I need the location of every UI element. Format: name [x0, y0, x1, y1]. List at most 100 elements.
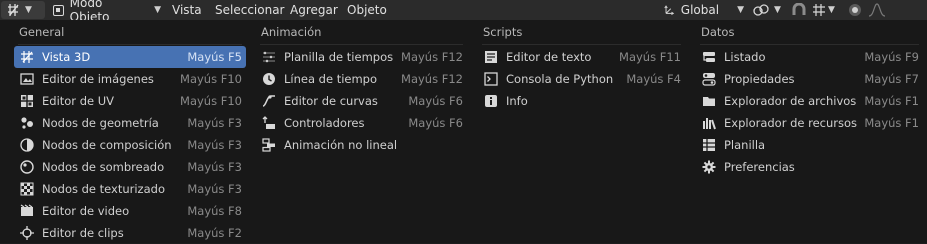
menu-item-label: Vista 3D: [42, 50, 91, 64]
info-icon: [484, 94, 498, 108]
object-mode-icon: [53, 4, 64, 16]
transform-pivot-dropdown[interactable]: ▼: [752, 1, 786, 19]
divider: [18, 44, 242, 45]
menu-item-label: Info: [506, 94, 528, 108]
chevron-down-icon: ▼: [737, 5, 744, 15]
falloff-icon: [868, 3, 886, 17]
menu-item-nodos-de-geometria[interactable]: Nodos de geometría Mayús F3: [14, 112, 246, 134]
menu-item-label: Animación no lineal: [284, 138, 398, 152]
spreadsheet-icon: [702, 138, 716, 152]
compositor-nodes-icon: [20, 138, 34, 152]
shortcut-label: Mayús F6: [408, 94, 463, 108]
shortcut-label: Mayús F10: [180, 72, 242, 86]
geometry-nodes-icon: [20, 116, 34, 130]
menu-item-label: Explorador de archivos: [724, 94, 857, 108]
menu-item-editor-de-uv[interactable]: Editor de UV Mayús F10: [14, 90, 246, 112]
editor-type-button[interactable]: ▼: [1, 1, 45, 19]
shortcut-label: Mayús F3: [187, 138, 242, 152]
snap-toggle[interactable]: [788, 1, 810, 19]
chevron-down-icon: ▼: [25, 5, 32, 15]
column-title: Scripts: [483, 25, 523, 39]
menu-item-label: Nodos de texturizado: [42, 182, 165, 196]
column-title: Datos: [701, 25, 735, 39]
menu-column-scripts: Scripts Editor de texto Mayús F11 Consol…: [476, 20, 687, 112]
menu-column-animacion: Animación Planilla de tiempos Mayús F12 …: [254, 20, 469, 156]
chevron-down-icon: ▼: [774, 5, 781, 15]
menu-item-editor-de-imagenes[interactable]: Editor de imágenes Mayús F10: [14, 68, 246, 90]
menu-item-planilla-de-tiempos[interactable]: Planilla de tiempos Mayús F12: [256, 46, 467, 68]
shader-nodes-icon: [20, 160, 34, 174]
menu-item-label: Editor de UV: [42, 94, 115, 108]
menu-item-nodos-de-texturizado[interactable]: Nodos de texturizado Mayús F3: [14, 178, 246, 200]
header-bar: ▼ Modo Objeto ▼ Vista Seleccionar Agrega…: [0, 0, 927, 24]
menu-column-general: General Vista 3D Mayús F5 Editor de imág…: [12, 20, 248, 244]
snap-target-dropdown[interactable]: ▼: [812, 1, 836, 19]
menu-item-vista-3d[interactable]: Vista 3D Mayús F5: [14, 46, 246, 68]
menu-item-editor-de-texto[interactable]: Editor de texto Mayús F11: [478, 46, 685, 68]
menu-item-controladores[interactable]: Controladores Mayús F6: [256, 112, 467, 134]
dopesheet-icon: [262, 50, 276, 64]
menu-seleccionar[interactable]: Seleccionar: [215, 1, 284, 19]
menu-item-listado[interactable]: Listado Mayús F9: [696, 46, 923, 68]
menu-item-label: Planilla de tiempos: [284, 50, 394, 64]
shortcut-label: Mayús F1: [864, 94, 919, 108]
drivers-icon: [262, 116, 276, 130]
shortcut-label: Mayús F12: [401, 50, 463, 64]
snap-increment-icon: [813, 4, 825, 16]
menu-item-editor-de-curvas[interactable]: Editor de curvas Mayús F6: [256, 90, 467, 112]
menu-item-editor-de-clips[interactable]: Editor de clips Mayús F2: [14, 222, 246, 244]
proportional-editing-toggle[interactable]: [846, 1, 864, 19]
menu-column-datos: Datos Listado Mayús F9 Propiedades Mayús…: [694, 20, 925, 178]
menu-item-label: Explorador de recursos: [724, 116, 858, 130]
menu-item-label: Editor de video: [42, 204, 130, 218]
menu-item-label: Planilla: [724, 138, 766, 152]
shortcut-label: Mayús F11: [619, 50, 681, 64]
menu-item-label: Nodos de composición: [42, 138, 172, 152]
menu-item-nodos-de-sombreado[interactable]: Nodos de sombreado Mayús F3: [14, 156, 246, 178]
orientation-icon: [664, 5, 675, 16]
nla-icon: [262, 138, 276, 152]
menu-item-animacion-no-lineal[interactable]: Animación no lineal: [256, 134, 467, 156]
column-title: Animación: [261, 25, 322, 39]
uv-editor-icon: [20, 94, 34, 108]
view3d-icon: [20, 50, 34, 64]
menu-item-nodos-de-composicion[interactable]: Nodos de composición Mayús F3: [14, 134, 246, 156]
menu-item-label: Consola de Python: [506, 72, 614, 86]
menu-item-explorador-de-archivos[interactable]: Explorador de archivos Mayús F1: [696, 90, 923, 112]
column-title: General: [19, 25, 65, 39]
divider: [700, 44, 919, 45]
shortcut-label: Mayús F5: [187, 50, 242, 64]
menu-objeto[interactable]: Objeto: [347, 1, 387, 19]
shortcut-label: Mayús F3: [187, 116, 242, 130]
menu-item-linea-de-tiempo[interactable]: Línea de tiempo Mayús F12: [256, 68, 467, 90]
menu-item-label: Listado: [724, 50, 766, 64]
proportional-editing-icon: [849, 4, 861, 16]
chevron-down-icon: ▼: [828, 5, 835, 15]
menu-item-label: Editor de curvas: [284, 94, 378, 108]
timeline-icon: [262, 72, 276, 86]
menu-item-preferencias[interactable]: Preferencias: [696, 156, 923, 178]
menu-item-explorador-de-recursos[interactable]: Explorador de recursos Mayús F1: [696, 112, 923, 134]
menu-item-planilla[interactable]: Planilla: [696, 134, 923, 156]
transform-orientation-dropdown[interactable]: Global ▼: [660, 1, 744, 19]
menu-vista[interactable]: Vista: [172, 1, 202, 19]
falloff-dropdown[interactable]: [868, 1, 898, 19]
folder-icon: [702, 94, 716, 108]
divider: [482, 44, 681, 45]
shortcut-label: Mayús F12: [401, 72, 463, 86]
menu-item-consola-de-python[interactable]: Consola de Python Mayús F4: [478, 68, 685, 90]
menu-item-propiedades[interactable]: Propiedades Mayús F7: [696, 68, 923, 90]
menu-agregar[interactable]: Agregar: [290, 1, 338, 19]
asset-browser-icon: [702, 116, 716, 130]
mode-dropdown[interactable]: Modo Objeto ▼: [49, 0, 161, 24]
texture-nodes-icon: [20, 182, 34, 196]
console-icon: [484, 72, 498, 86]
shortcut-label: Mayús F1: [864, 116, 919, 130]
shortcut-label: Mayús F2: [187, 226, 242, 240]
menu-item-info[interactable]: Info: [478, 90, 685, 112]
menu-item-editor-de-video[interactable]: Editor de video Mayús F8: [14, 200, 246, 222]
shortcut-label: Mayús F10: [180, 94, 242, 108]
shortcut-label: Mayús F3: [187, 182, 242, 196]
graph-editor-icon: [262, 94, 276, 108]
shortcut-label: Mayús F3: [187, 160, 242, 174]
